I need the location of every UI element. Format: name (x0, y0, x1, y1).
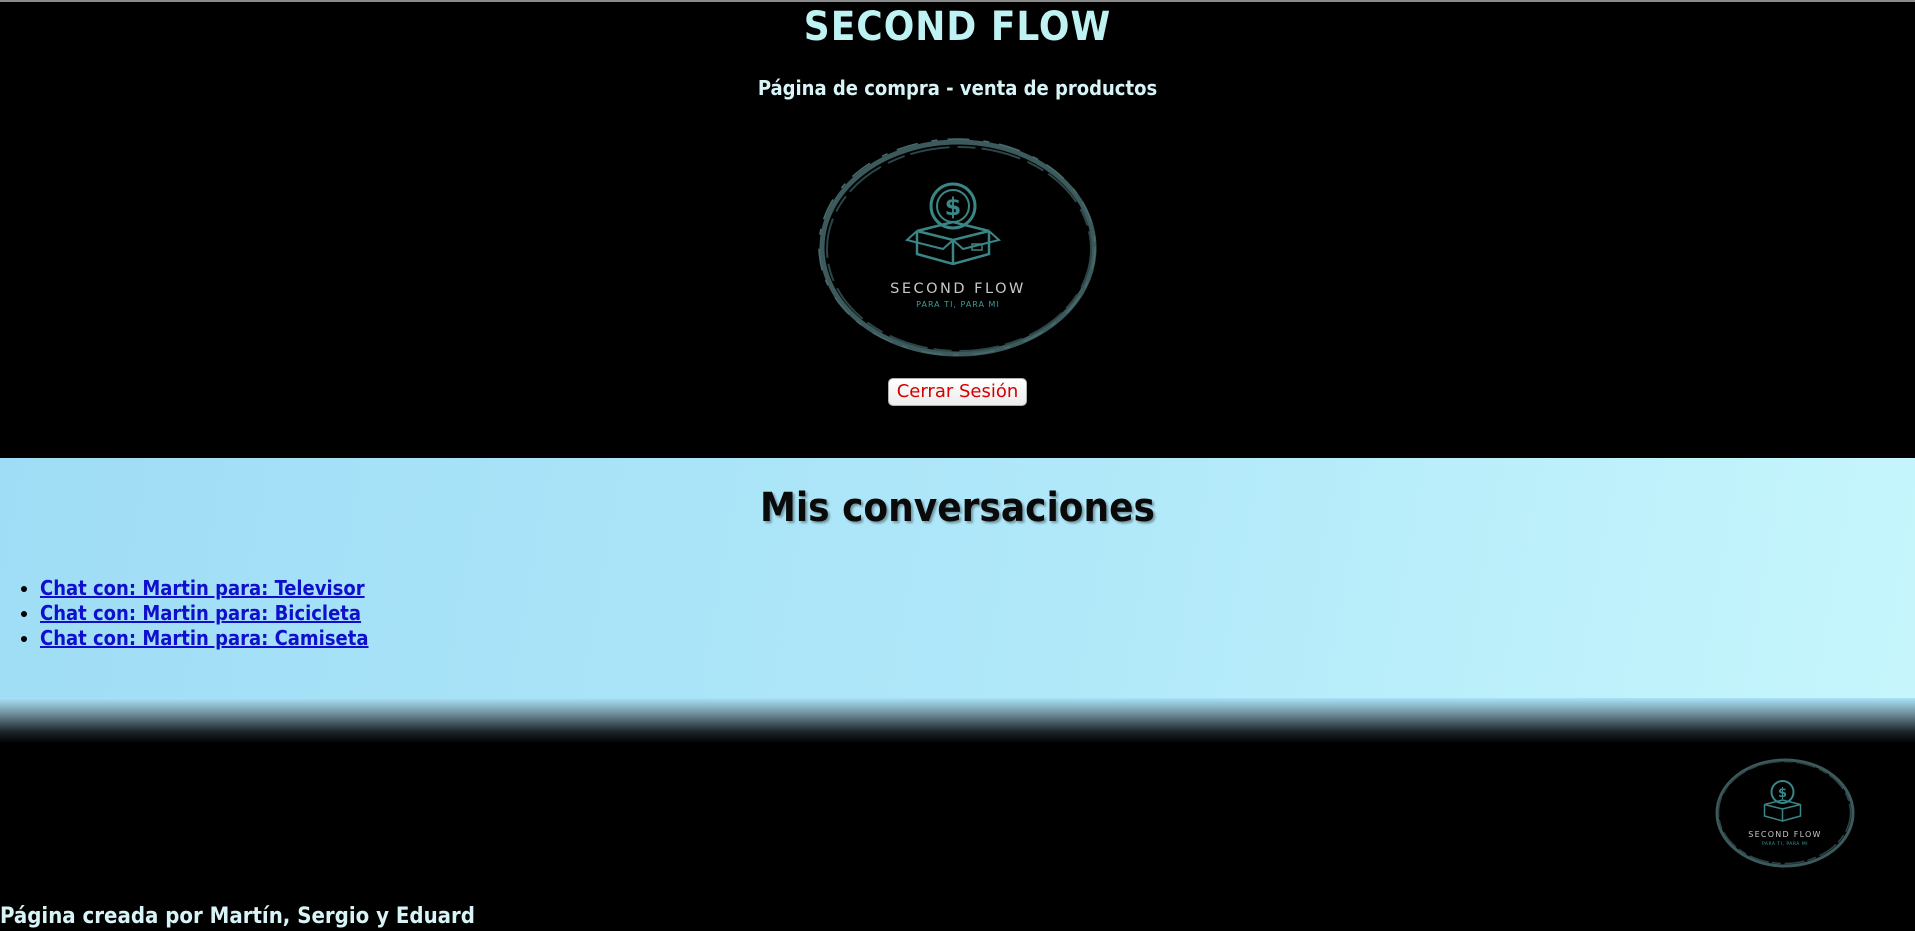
footer-credit: Página creada por Martín, Sergio y Eduar… (0, 904, 475, 929)
conversations-list: Chat con: Martin para: Televisor Chat co… (40, 576, 1915, 651)
svg-text:$: $ (944, 193, 961, 221)
site-title: SECOND FLOW (803, 4, 1112, 50)
footer-logo-image: $ SECOND FLOW PARA TI, PARA MI (1715, 758, 1855, 868)
footer-logo: $ SECOND FLOW PARA TI, PARA MI (1714, 757, 1856, 869)
chat-link-televisor[interactable]: Chat con: Martin para: Televisor (40, 576, 365, 600)
conversations-panel: Mis conversaciones Chat con: Martin para… (0, 458, 1915, 698)
section-divider (0, 698, 1915, 743)
conversations-title: Mis conversaciones (760, 485, 1155, 531)
logo-brand-text: SECOND FLOW (890, 281, 1026, 297)
list-item: Chat con: Martin para: Televisor (40, 576, 1915, 601)
svg-text:$: $ (1778, 786, 1787, 801)
logo-tagline-text: PARA TI, PARA MI (916, 300, 1000, 309)
site-header: SECOND FLOW Página de compra - venta de … (0, 2, 1915, 458)
site-footer: $ SECOND FLOW PARA TI, PARA MI Página cr… (0, 743, 1915, 931)
main-logo: $ SECOND FLOW PARA TI, PARA MI (817, 136, 1099, 360)
footer-logo-brand-text: SECOND FLOW (1748, 830, 1821, 839)
main-logo-image: $ SECOND FLOW PARA TI, PARA MI (817, 138, 1096, 357)
logout-button[interactable]: Cerrar Sesión (887, 378, 1028, 406)
list-item: Chat con: Martin para: Camiseta (40, 626, 1915, 651)
site-subtitle: Página de compra - venta de productos (757, 76, 1158, 100)
chat-link-bicicleta[interactable]: Chat con: Martin para: Bicicleta (40, 601, 361, 625)
footer-logo-tagline-text: PARA TI, PARA MI (1762, 841, 1808, 847)
chat-link-camiseta[interactable]: Chat con: Martin para: Camiseta (40, 626, 369, 650)
list-item: Chat con: Martin para: Bicicleta (40, 601, 1915, 626)
